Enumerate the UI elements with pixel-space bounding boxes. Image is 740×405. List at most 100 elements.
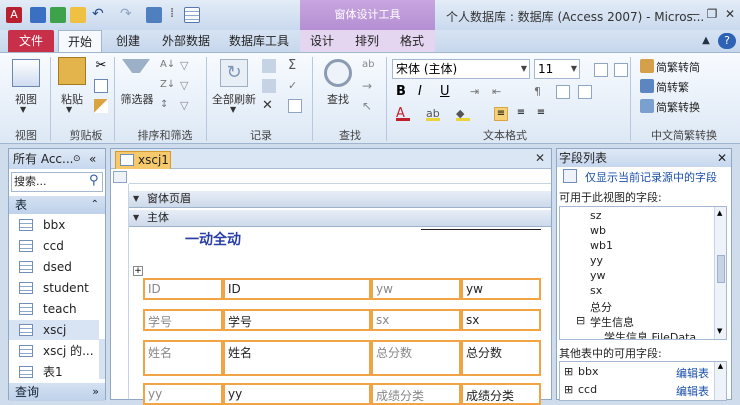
field-item[interactable]: 学生信息.FileData xyxy=(604,329,696,339)
nav-table-item[interactable]: bbx xyxy=(9,215,99,235)
restore-button[interactable]: ❐ xyxy=(704,6,720,22)
list-numbers-icon[interactable] xyxy=(614,63,628,77)
paste-icon[interactable] xyxy=(58,57,86,85)
convert-both-icon[interactable] xyxy=(640,99,654,113)
align-center-icon[interactable]: ≡ xyxy=(514,107,528,121)
other-list-scrollbar[interactable]: ▲ xyxy=(714,362,726,400)
convert-to-simplified-icon[interactable] xyxy=(640,59,654,73)
select-icon[interactable]: ↖ xyxy=(362,99,376,113)
fill-color-icon[interactable]: ◆ xyxy=(456,107,470,121)
field-textbox[interactable]: yy xyxy=(223,383,371,405)
field-label[interactable]: 学号 xyxy=(143,309,223,331)
field-item[interactable]: yy xyxy=(590,254,603,267)
outdent-icon[interactable]: ⇤ xyxy=(492,85,506,99)
clear-sort-icon[interactable]: ↕ xyxy=(160,99,174,113)
expand-plus-icon[interactable]: ⊞ xyxy=(564,383,573,396)
tab-external-data[interactable]: 外部数据 xyxy=(156,30,216,52)
highlight-icon[interactable]: ab xyxy=(426,107,440,121)
nav-scrollbar[interactable] xyxy=(99,339,105,379)
tab-database-tools[interactable]: 数据库工具 xyxy=(224,30,294,52)
datasheet-icon[interactable] xyxy=(184,7,200,23)
filter-button[interactable]: 筛选器 xyxy=(118,91,156,107)
ribbon-collapse-icon[interactable]: ▲ xyxy=(698,30,714,52)
filter-icon[interactable] xyxy=(122,59,150,87)
chevron-down-icon[interactable]: ⊙ xyxy=(73,149,81,169)
refresh-all-icon[interactable]: ↻ xyxy=(220,59,248,87)
field-label[interactable]: 总分数 xyxy=(371,340,461,376)
field-list-scrollbar[interactable]: ▲ ▼ xyxy=(714,207,726,339)
font-family-select[interactable]: 宋体 (主体) ▼ xyxy=(392,59,530,79)
nav-table-item[interactable]: dsed xyxy=(9,257,99,277)
more-records-icon[interactable] xyxy=(288,99,302,113)
font-color-icon[interactable]: A xyxy=(396,107,410,121)
excel-icon[interactable] xyxy=(50,7,66,23)
save-icon[interactable] xyxy=(30,7,46,23)
form-view-icon[interactable] xyxy=(146,7,162,23)
convert-to-traditional-button[interactable]: 简转繁 xyxy=(656,79,689,95)
field-label[interactable]: yw xyxy=(371,278,461,300)
spelling-icon[interactable]: ✓ xyxy=(288,79,302,93)
tab-file[interactable]: 文件 xyxy=(8,30,54,52)
show-only-current-link[interactable]: 仅显示当前记录源中的字段 xyxy=(585,169,717,185)
detail-section[interactable]: 主体 xyxy=(129,210,551,227)
save-record-icon[interactable] xyxy=(262,79,276,93)
replace-icon[interactable]: ab xyxy=(362,59,376,73)
tab-format[interactable]: 格式 xyxy=(395,30,429,52)
selection-filter-icon[interactable]: ▽ xyxy=(180,59,194,73)
other-table-item[interactable]: ccd xyxy=(578,383,597,396)
field-label[interactable]: 成绩分类 xyxy=(371,383,461,405)
field-group[interactable]: 学生信息 xyxy=(590,314,634,330)
access-logo-icon[interactable]: A xyxy=(6,7,22,23)
field-label[interactable]: 姓名 xyxy=(143,340,223,376)
view-icon[interactable] xyxy=(12,59,40,87)
field-textbox[interactable]: 学号 xyxy=(223,309,371,331)
scroll-thumb[interactable] xyxy=(717,255,725,283)
search-icon[interactable]: ⚲ xyxy=(89,173,99,188)
document-tab[interactable]: xscj1 xyxy=(115,151,171,169)
field-textbox[interactable]: 总分数 xyxy=(461,340,541,376)
field-item[interactable]: sz xyxy=(590,209,602,222)
list-bullets-icon[interactable] xyxy=(594,63,608,77)
align-left-icon[interactable]: ≡ xyxy=(494,107,508,121)
expand-plus-icon[interactable]: ⊞ xyxy=(564,365,573,378)
expand-minus-icon[interactable]: ⊟ xyxy=(576,314,585,327)
field-textbox[interactable]: 成绩分类 xyxy=(461,383,541,405)
form-title-label[interactable]: 一动全动 xyxy=(185,229,241,249)
underline-icon[interactable]: U xyxy=(440,85,454,99)
tab-arrange[interactable]: 排列 xyxy=(350,30,384,52)
paste-dropdown-icon[interactable]: ▼ xyxy=(66,105,72,114)
redo-icon[interactable]: ↷ xyxy=(120,7,136,23)
nav-table-item[interactable]: ccd xyxy=(9,236,99,256)
format-painter-icon[interactable] xyxy=(94,99,108,113)
edit-table-link[interactable]: 编辑表 xyxy=(676,383,709,399)
nav-table-item[interactable]: 表1 xyxy=(9,362,99,382)
convert-both-button[interactable]: 简繁转换 xyxy=(656,99,700,115)
convert-to-traditional-icon[interactable] xyxy=(640,79,654,93)
goto-icon[interactable]: → xyxy=(362,79,376,93)
scroll-down-icon[interactable]: ▼ xyxy=(717,327,722,335)
undo-icon[interactable]: ↶ xyxy=(92,7,108,23)
copy-icon[interactable] xyxy=(94,79,108,93)
indent-icon[interactable]: ⇥ xyxy=(470,85,484,99)
tab-home[interactable]: 开始 xyxy=(58,30,102,52)
nav-section-queries[interactable]: 查询 » xyxy=(9,383,105,401)
field-item[interactable]: 总分 xyxy=(590,299,612,315)
layout-move-handle-icon[interactable]: + xyxy=(133,266,143,276)
field-textbox[interactable]: ID xyxy=(223,278,371,300)
other-table-item[interactable]: bbx xyxy=(578,365,598,378)
tab-create[interactable]: 创建 xyxy=(110,30,146,52)
field-label[interactable]: ID xyxy=(143,278,223,300)
field-label[interactable]: sx xyxy=(371,309,461,331)
nav-table-item-selected[interactable]: xscj xyxy=(9,320,99,340)
new-record-icon[interactable] xyxy=(262,59,276,73)
close-document-icon[interactable]: ✕ xyxy=(535,151,545,165)
field-item[interactable]: sx xyxy=(590,284,602,297)
collapse-pane-icon[interactable]: « xyxy=(89,149,96,169)
form-selector[interactable] xyxy=(113,171,127,183)
edit-table-link[interactable]: 编辑表 xyxy=(676,365,709,381)
toggle-filter-icon[interactable]: ▽ xyxy=(180,99,194,113)
cut-icon[interactable]: ✂ xyxy=(94,59,108,73)
bold-icon[interactable]: B xyxy=(396,85,410,99)
find-button[interactable]: 查找 xyxy=(322,91,354,107)
tab-design[interactable]: 设计 xyxy=(305,30,339,52)
